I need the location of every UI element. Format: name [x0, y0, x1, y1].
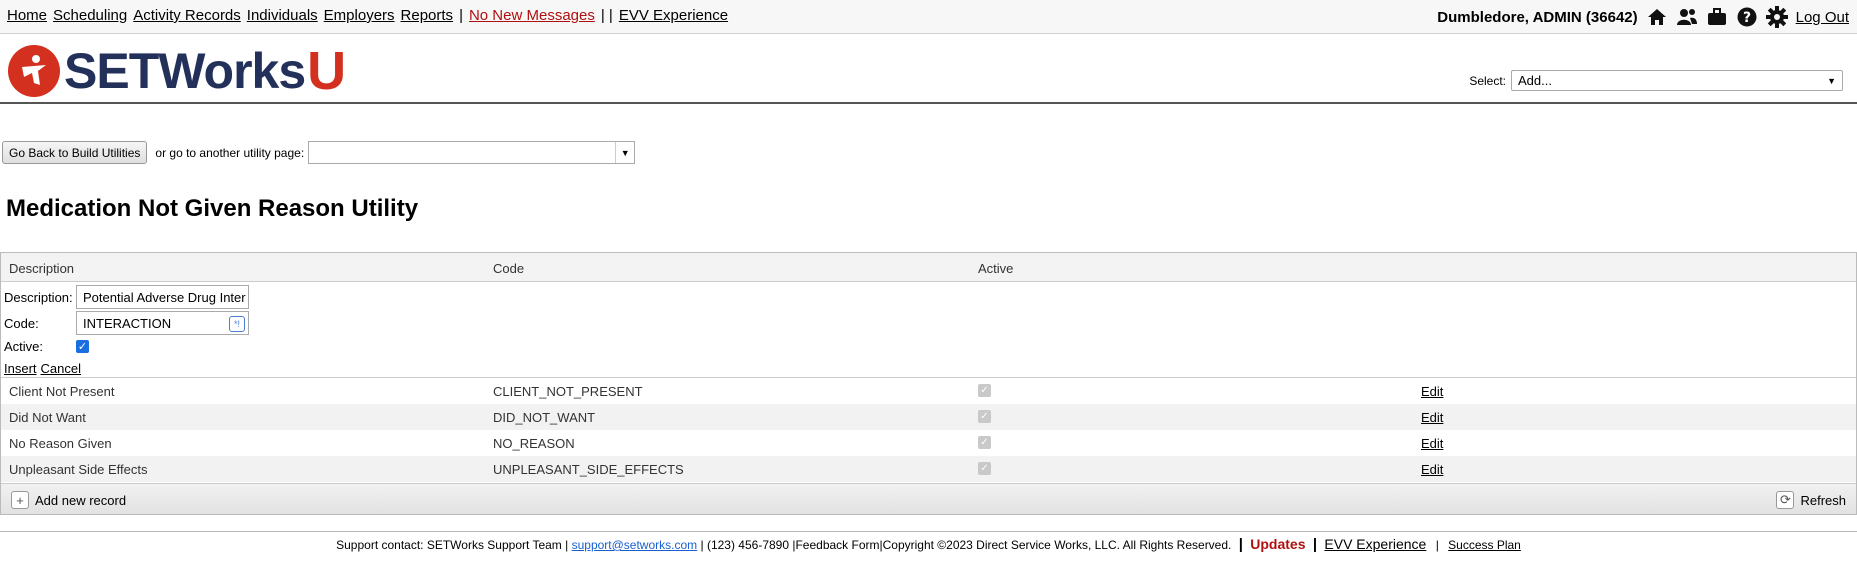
- nav-activity-records-link[interactable]: Activity Records: [133, 7, 241, 24]
- table-row: No Reason Given NO_REASON ✓ Edit: [1, 430, 1856, 456]
- active-row: Active: ✓: [4, 339, 89, 354]
- nav-individuals-link[interactable]: Individuals: [247, 7, 318, 24]
- cancel-link[interactable]: Cancel: [41, 361, 81, 376]
- row-description: Did Not Want: [9, 410, 86, 425]
- row-active-checkbox: ✓: [978, 436, 991, 449]
- footer-phone-copyright: | (123) 456-7890 |Feedback Form|Copyrigh…: [700, 538, 1232, 552]
- chevron-down-icon: ▼: [1827, 75, 1836, 86]
- briefcase-icon[interactable]: [1706, 6, 1728, 28]
- edit-link[interactable]: Edit: [1421, 462, 1443, 477]
- footer-separator: |: [1312, 536, 1318, 553]
- column-header-code[interactable]: Code: [493, 261, 524, 276]
- refresh-icon: ⟳: [1776, 491, 1795, 509]
- page-title: Medication Not Given Reason Utility: [6, 195, 419, 222]
- refresh-label: Refresh: [1800, 492, 1846, 508]
- row-code: UNPLEASANT_SIDE_EFFECTS: [493, 462, 684, 477]
- nav-reports-link[interactable]: Reports: [401, 7, 454, 24]
- footer-separator: |: [1435, 538, 1439, 552]
- table-row: Did Not Want DID_NOT_WANT ✓ Edit: [1, 404, 1856, 430]
- grid-footer: + Add new record ⟳ Refresh: [1, 483, 1856, 514]
- reasons-grid: Description Code Active Description: Pot…: [0, 252, 1857, 515]
- back-to-build-utilities-button[interactable]: Go Back to Build Utilities: [2, 141, 148, 164]
- footer-evv-link[interactable]: EVV Experience: [1324, 536, 1426, 552]
- refresh-button[interactable]: ⟳ Refresh: [1776, 491, 1846, 509]
- evv-experience-link[interactable]: EVV Experience: [619, 7, 728, 24]
- nav-separator: |: [459, 7, 463, 24]
- nav-employers-link[interactable]: Employers: [324, 7, 395, 24]
- select-label: Select:: [1469, 73, 1506, 88]
- logo-text: SETWorks: [64, 43, 306, 99]
- setworks-logo[interactable]: SETWorks U: [8, 44, 346, 98]
- insert-link[interactable]: Insert: [4, 361, 37, 376]
- app-header: SETWorks U Select: Add... ▼: [0, 34, 1857, 104]
- user-name: Dumbledore, ADMIN (36642): [1437, 8, 1638, 26]
- keyboard-icon[interactable]: *!: [229, 316, 245, 332]
- description-row: Description: Potential Adverse Drug Inte…: [4, 285, 249, 309]
- edit-link[interactable]: Edit: [1421, 410, 1443, 425]
- support-email-link[interactable]: support@setworks.com: [572, 538, 698, 552]
- chevron-down-icon: ▼: [615, 142, 634, 163]
- description-label: Description:: [4, 289, 73, 305]
- add-new-record-label: Add new record: [35, 492, 127, 508]
- edit-link[interactable]: Edit: [1421, 436, 1443, 451]
- logo-figure-icon: [8, 45, 60, 97]
- code-field[interactable]: INTERACTION *!: [76, 311, 249, 335]
- row-code: CLIENT_NOT_PRESENT: [493, 384, 643, 399]
- footer-separator: |: [1238, 536, 1243, 553]
- row-code: NO_REASON: [493, 436, 575, 451]
- gear-icon[interactable]: [1765, 6, 1788, 28]
- utility-page-label: or go to another utility page:: [155, 145, 305, 160]
- row-active-checkbox: ✓: [978, 462, 991, 475]
- description-field[interactable]: Potential Adverse Drug Inter: [76, 285, 249, 309]
- main-nav: Home Scheduling Activity Records Individual…: [7, 7, 734, 24]
- support-contact: Support contact: SETWorks Support Team |: [336, 538, 569, 552]
- form-actions: Insert Cancel: [4, 361, 85, 376]
- users-icon[interactable]: [1676, 6, 1698, 28]
- column-header-description[interactable]: Description: [9, 261, 74, 276]
- insert-form: Description: Potential Adverse Drug Inte…: [1, 282, 1856, 378]
- add-select-wrap: Select: Add... ▼: [1469, 70, 1843, 91]
- table-row: Unpleasant Side Effects UNPLEASANT_SIDE_…: [1, 456, 1856, 482]
- active-checkbox[interactable]: ✓: [76, 340, 89, 353]
- home-icon[interactable]: [1646, 6, 1668, 28]
- row-active-checkbox: ✓: [978, 384, 991, 397]
- row-description: No Reason Given: [9, 436, 112, 451]
- logo-u: U: [307, 41, 347, 101]
- table-row: Client Not Present CLIENT_NOT_PRESENT ✓ …: [1, 378, 1856, 404]
- help-icon[interactable]: ?: [1736, 6, 1758, 28]
- nav-scheduling-link[interactable]: Scheduling: [53, 7, 127, 24]
- add-select-value: Add...: [1518, 73, 1552, 88]
- top-navigation-bar: Home Scheduling Activity Records Individual…: [0, 0, 1857, 34]
- code-row: Code: INTERACTION *!: [4, 311, 249, 335]
- success-plan-link[interactable]: Success Plan: [1448, 538, 1521, 552]
- updates-link[interactable]: Updates: [1250, 536, 1305, 552]
- grid-header: Description Code Active: [1, 253, 1856, 282]
- row-code: DID_NOT_WANT: [493, 410, 596, 425]
- plus-icon: +: [11, 491, 29, 509]
- utility-navigation: Go Back to Build Utilities or go to anot…: [2, 141, 636, 164]
- active-label: Active:: [4, 339, 44, 354]
- utility-page-select[interactable]: ▼: [308, 141, 636, 164]
- user-box: Dumbledore, ADMIN (36642) ? Log Out: [1437, 5, 1849, 29]
- column-header-active[interactable]: Active: [978, 261, 1013, 276]
- page-footer: Support contact: SETWorks Support Team |…: [0, 531, 1857, 563]
- row-description: Unpleasant Side Effects: [9, 462, 148, 477]
- messages-link[interactable]: No New Messages: [469, 7, 595, 24]
- nav-home-link[interactable]: Home: [7, 7, 47, 24]
- add-select[interactable]: Add... ▼: [1511, 70, 1843, 91]
- svg-text:?: ?: [1743, 10, 1751, 26]
- nav-separator-double: | |: [600, 7, 613, 24]
- row-active-checkbox: ✓: [978, 410, 991, 423]
- code-label: Code:: [4, 315, 39, 331]
- logout-link[interactable]: Log Out: [1796, 9, 1849, 26]
- add-new-record-button[interactable]: + Add new record: [11, 491, 126, 509]
- edit-link[interactable]: Edit: [1421, 384, 1443, 399]
- row-description: Client Not Present: [9, 384, 115, 399]
